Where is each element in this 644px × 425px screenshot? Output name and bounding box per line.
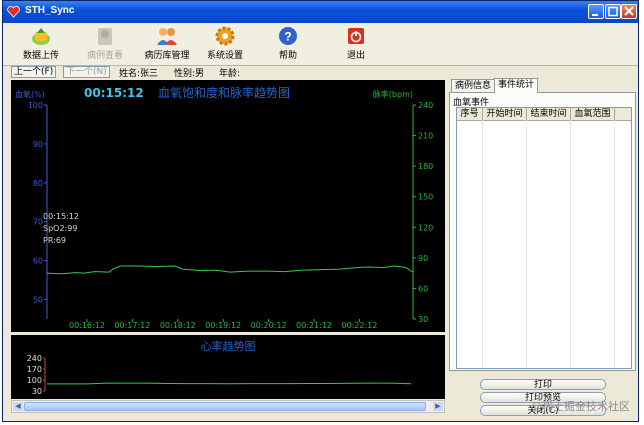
close-window-button[interactable] [621, 4, 637, 19]
previous-patient-button[interactable]: 上一个(F) [11, 66, 57, 78]
print-button[interactable]: 打印 [480, 379, 606, 390]
x-tick-label: 00:17:12 [114, 321, 150, 330]
x-tick-label: 00:22:12 [341, 321, 377, 330]
heart-rate-trend-chart[interactable]: 心率趋势图 30 100 170 240 [11, 335, 445, 399]
left-tick-label: 50 [33, 296, 43, 305]
hr-tick-label: 30 [32, 387, 42, 396]
right-tick-label: 30 [418, 315, 428, 324]
maximize-button[interactable] [605, 4, 621, 19]
minimize-icon [592, 14, 598, 16]
data-upload-label: 数据上传 [22, 51, 59, 61]
maximize-icon [608, 6, 618, 17]
right-tick-label: 120 [418, 223, 433, 232]
right-tick-label: 210 [418, 132, 433, 141]
events-table-header: 序号 开始时间 结束时间 血氧范围 [457, 108, 631, 121]
svg-text:?: ? [284, 30, 291, 44]
case-view-icon [98, 28, 112, 45]
heart-rate-trend-svg: 心率趋势图 30 100 170 240 [27, 339, 412, 396]
hr-tick-label: 100 [27, 376, 42, 385]
column-divider [614, 120, 615, 368]
app-heart-icon [7, 6, 20, 18]
pulse-rate-trend-line [46, 265, 414, 275]
hr-tick-label: 170 [27, 365, 42, 374]
left-tick-label: 80 [33, 179, 43, 188]
left-axis-label: 血氧(%) [15, 89, 45, 99]
case-view-label: 病例查看 [86, 51, 123, 61]
left-tick-label: 70 [33, 218, 43, 227]
minimize-button[interactable] [588, 4, 604, 19]
cursor-pr: PR:69 [43, 236, 66, 245]
patient-info-bar: 上一个(F) 下一个(N) 姓名:张三 性别:男 年龄: [3, 65, 638, 79]
x-tick-label: 00:18:12 [160, 321, 196, 330]
scroll-thumb[interactable] [24, 402, 426, 411]
app-window: STH_Sync 数据上传 病例查看 病历库管理 系统设置 ? 帮助 退出 上一… [2, 0, 639, 422]
x-tick-label: 00:16:12 [69, 321, 105, 330]
exit-power-icon [348, 28, 364, 44]
record-library-label: 病历库管理 [144, 51, 190, 61]
column-divider [526, 120, 527, 368]
x-tick-label: 00:19:12 [205, 321, 241, 330]
right-tick-label: 150 [418, 193, 433, 202]
data-upload-icon [32, 28, 50, 45]
next-patient-button[interactable]: 下一个(N) [63, 66, 110, 78]
right-axis-label: 脉率(bpm) [373, 89, 413, 99]
data-upload-button[interactable]: 数据上传 [19, 25, 63, 63]
patient-age: 年龄: [219, 69, 241, 79]
record-library-icon [157, 28, 177, 45]
left-tick-label: 60 [33, 257, 43, 266]
chart-title: 血氧饱和度和脉率趋势图 [158, 85, 290, 100]
close-icon [624, 6, 634, 16]
event-stats-panel: 血氧事件 序号 开始时间 结束时间 血氧范围 [449, 92, 636, 371]
system-settings-label: 系统设置 [206, 51, 243, 61]
col-spo2-range[interactable]: 血氧范围 [571, 108, 615, 120]
right-tick-label: 180 [418, 162, 433, 171]
right-panel: 病例信息 事件统计 血氧事件 序号 开始时间 结束时间 血氧范围 打印 打印预览… [449, 78, 637, 419]
col-start-time[interactable]: 开始时间 [483, 108, 527, 120]
patient-name: 姓名:张三 [119, 69, 159, 79]
right-tick-label: 240 [418, 101, 433, 110]
x-tick-label: 00:20:12 [251, 321, 287, 330]
exit-button[interactable]: 退出 [341, 25, 371, 63]
hr-chart-title: 心率趋势图 [201, 339, 256, 353]
system-settings-button[interactable]: 系统设置 [203, 25, 247, 63]
left-tick-label: 100 [28, 101, 43, 110]
col-end-time[interactable]: 结束时间 [527, 108, 571, 120]
column-divider [482, 120, 483, 368]
exit-label: 退出 [346, 51, 365, 61]
toolbar: 数据上传 病例查看 病历库管理 系统设置 ? 帮助 退出 [3, 23, 638, 66]
events-table[interactable]: 序号 开始时间 结束时间 血氧范围 [456, 107, 632, 369]
watermark-text: @稀土掘金技术社区 [531, 400, 630, 413]
current-time: 00:15:12 [84, 86, 144, 100]
case-view-button[interactable]: 病例查看 [83, 25, 127, 63]
spo2-pr-trend-svg: 血氧(%) 00:15:12 血氧饱和度和脉率趋势图 脉率(bpm) 50 60 70 80 9… [15, 85, 433, 330]
tab-event-stats[interactable]: 事件统计 [494, 78, 539, 93]
right-tick-label: 90 [418, 254, 428, 263]
window-title: STH_Sync [25, 5, 75, 16]
scroll-left-arrow-icon[interactable]: ◀ [13, 402, 23, 411]
right-tick-label: 60 [418, 284, 428, 293]
hr-trend-line [47, 382, 412, 385]
spo2-pr-trend-chart[interactable]: 血氧(%) 00:15:12 血氧饱和度和脉率趋势图 脉率(bpm) 50 60 70 80 9… [11, 80, 445, 332]
settings-gear-icon [215, 26, 235, 46]
scroll-right-arrow-icon[interactable]: ▶ [433, 402, 443, 411]
patient-gender: 性别:男 [174, 69, 205, 79]
horizontal-scrollbar[interactable]: ◀ ▶ [11, 400, 445, 413]
help-button[interactable]: ? 帮助 [273, 25, 303, 63]
cursor-spo2: SpO2:99 [43, 224, 77, 233]
record-library-button[interactable]: 病历库管理 [140, 25, 194, 63]
help-icon: ? [279, 27, 297, 45]
col-index[interactable]: 序号 [457, 108, 483, 120]
title-bar[interactable]: STH_Sync [3, 1, 638, 23]
help-label: 帮助 [278, 51, 297, 61]
left-tick-label: 90 [33, 140, 43, 149]
cursor-time: 00:15:12 [43, 212, 79, 221]
column-divider [570, 120, 571, 368]
x-tick-label: 00:21:12 [296, 321, 332, 330]
tab-case-info[interactable]: 病例信息 [451, 79, 496, 93]
hr-tick-label: 240 [27, 354, 42, 363]
